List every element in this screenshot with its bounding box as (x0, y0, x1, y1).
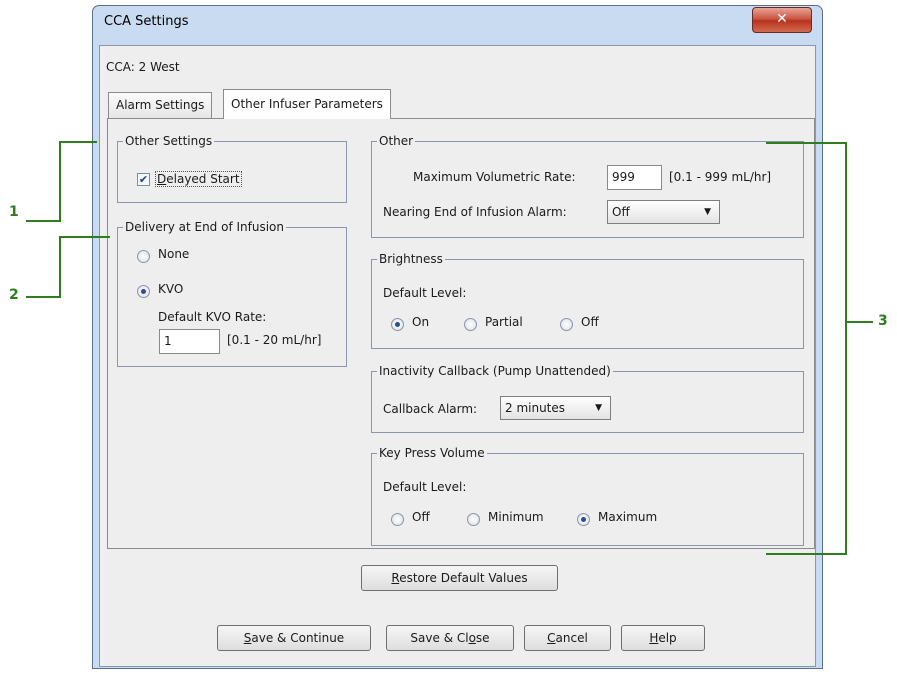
callout-lines (26, 141, 873, 555)
callout-3-line (766, 142, 847, 555)
callout-2-line (26, 236, 110, 298)
callout-2-label: 2 (9, 287, 19, 303)
callout-1-label: 1 (9, 204, 19, 220)
callout-1-line (26, 141, 97, 222)
callout-3-label: 3 (878, 313, 888, 329)
tab-other-infuser-parameters[interactable]: Other Infuser Parameters (223, 89, 391, 119)
